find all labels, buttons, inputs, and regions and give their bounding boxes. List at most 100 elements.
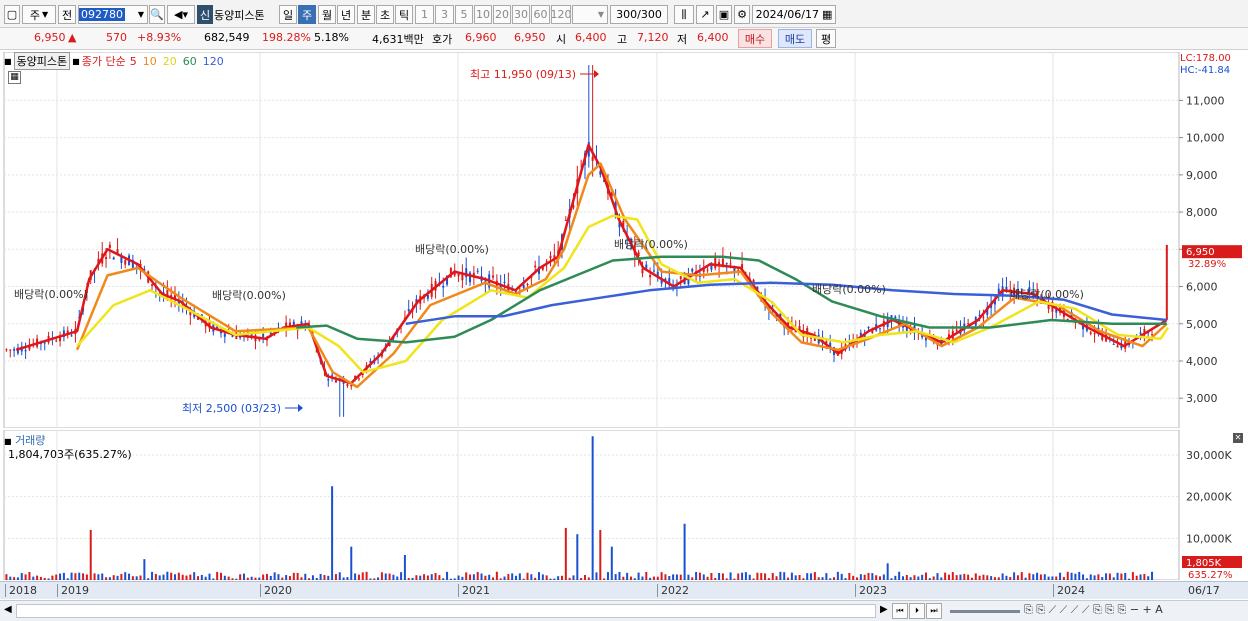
gear-icon[interactable]: ⚙ xyxy=(734,5,750,24)
save-icon[interactable]: ▣ xyxy=(716,5,732,24)
volume-bar xyxy=(434,573,437,580)
date-input[interactable]: 2024/06/17 ▦ xyxy=(752,5,836,24)
volume-bar xyxy=(687,574,690,580)
volume-bar xyxy=(986,575,989,580)
volume-bar xyxy=(779,571,782,580)
volume-bar xyxy=(518,573,521,580)
volume-bar xyxy=(1009,577,1012,580)
scroll-track[interactable] xyxy=(16,604,876,618)
minute-tab-120[interactable]: 120 xyxy=(551,5,571,24)
volume-bar xyxy=(16,577,19,580)
candle-body xyxy=(649,275,652,278)
volume-bar xyxy=(629,576,632,580)
compare-button[interactable]: 전 xyxy=(58,5,76,24)
screen-icon[interactable]: ▢ xyxy=(4,5,20,24)
volume-bar xyxy=(507,574,510,580)
volume-bar xyxy=(1001,573,1004,580)
minute-tab-30[interactable]: 30 xyxy=(512,5,530,24)
period-tab-3[interactable]: 년 xyxy=(337,5,355,24)
scroll-left-icon[interactable]: ◀ xyxy=(4,604,12,615)
period-tab-1[interactable]: 주 xyxy=(298,5,316,24)
volume-bar xyxy=(856,577,859,580)
sound-icon[interactable]: ◀▾ xyxy=(167,5,195,24)
volume-bar xyxy=(970,577,973,580)
volume-bar xyxy=(469,574,472,580)
custom-minute-select[interactable]: ▼ xyxy=(572,5,608,24)
candle-body xyxy=(262,334,265,338)
volume-bar xyxy=(695,571,698,580)
legend-stock-name[interactable]: 동양피스톤 xyxy=(13,52,71,70)
volume-bar xyxy=(419,575,422,580)
volume-bar xyxy=(1020,572,1023,580)
volume-bar xyxy=(618,571,621,580)
candle-body xyxy=(24,350,27,352)
volume-bar xyxy=(143,559,146,580)
close-panel-icon[interactable]: ✕ xyxy=(1233,433,1243,443)
volume-bar xyxy=(292,572,295,580)
scroll-right-icon[interactable]: ▶ xyxy=(880,604,888,615)
volume-bar xyxy=(32,576,35,580)
minute-tab-5[interactable]: 5 xyxy=(455,5,473,24)
max-price-label: 최고 11,950 (09/13) xyxy=(470,68,576,81)
play-icon[interactable]: ⏵ xyxy=(909,603,925,619)
minute-tab-1[interactable]: 1 xyxy=(415,5,434,24)
period-tab-5[interactable]: 초 xyxy=(376,5,394,24)
volume-bar xyxy=(515,575,518,580)
price-plot-area xyxy=(3,52,1180,428)
minute-tab-60[interactable]: 60 xyxy=(531,5,550,24)
candle-body xyxy=(258,339,261,341)
volume-bar xyxy=(177,572,180,580)
minute-tab-3[interactable]: 3 xyxy=(435,5,454,24)
volume-bar xyxy=(47,578,50,580)
minute-tab-20[interactable]: 20 xyxy=(493,5,511,24)
candle-body xyxy=(982,317,985,319)
zoom-slider[interactable] xyxy=(950,610,1020,613)
volume-bar xyxy=(790,572,793,580)
volume-bar xyxy=(637,572,640,580)
candle-body xyxy=(706,269,709,271)
tool-icons[interactable]: ⎘ ⎘ ⟋ ⟋ ⟋ ⟋ ⎘ ⎘ ⎘ − + A xyxy=(1024,603,1163,617)
stock-code-input[interactable]: 092780 ▼ xyxy=(78,5,148,24)
volume-bar xyxy=(476,571,479,580)
volume-bar xyxy=(511,573,514,580)
volume-bar xyxy=(166,571,169,580)
candle-body xyxy=(112,257,115,260)
price-y-tick-label: 4,000 xyxy=(1186,355,1218,368)
volume-bar xyxy=(258,577,261,580)
minute-tab-10[interactable]: 10 xyxy=(474,5,492,24)
dividend-label: 배당락(0.00%) xyxy=(14,288,88,301)
fast-forward-icon[interactable]: ⏭ xyxy=(926,603,942,619)
count-input[interactable]: 300/300 xyxy=(610,5,668,24)
period-tab-0[interactable]: 일 xyxy=(279,5,297,24)
period-tab-2[interactable]: 월 xyxy=(318,5,336,24)
price-chart[interactable]: 11,00010,0009,0008,0007,0006,0005,0004,0… xyxy=(0,52,1248,428)
volume-bar xyxy=(495,571,498,580)
candle-body xyxy=(955,329,958,331)
volume-y-tick-label: 20,000K xyxy=(1186,491,1232,504)
search-icon[interactable]: 🔍 xyxy=(149,5,165,24)
hoga-value: 6,960 xyxy=(465,31,497,44)
buy-button[interactable]: 매수 xyxy=(738,29,772,48)
volume-bar xyxy=(718,572,721,580)
period-unit-select[interactable]: 주 ▼ xyxy=(22,5,56,24)
volume-bar xyxy=(1013,572,1016,580)
volume-bar xyxy=(909,577,912,580)
volume-bar xyxy=(810,573,813,580)
volume-bar xyxy=(93,573,96,580)
volume-bar xyxy=(852,575,855,580)
calculator-icon[interactable]: ▦ xyxy=(8,71,21,84)
volume-bar xyxy=(181,574,184,580)
price-y-tick-label: 6,000 xyxy=(1186,281,1218,294)
candle-body xyxy=(334,380,337,383)
draw-line-icon[interactable]: ↗ xyxy=(696,5,714,24)
volume-bar xyxy=(1047,576,1050,580)
sell-button[interactable]: 매도 xyxy=(778,29,812,48)
flat-button[interactable]: 평 xyxy=(816,29,836,48)
candle-type-icon[interactable]: ⫼ xyxy=(674,5,694,24)
period-tab-4[interactable]: 분 xyxy=(357,5,375,24)
date-value: 2024/06/17 xyxy=(755,8,819,21)
rewind-icon[interactable]: ⏮ xyxy=(892,603,908,619)
legend-ma-label[interactable]: 종가 단순 xyxy=(82,53,126,69)
volume-chart[interactable]: 30,000K 20,000K 10,000K 1,805K635.27% xyxy=(0,430,1248,580)
period-tab-6[interactable]: 틱 xyxy=(395,5,413,24)
